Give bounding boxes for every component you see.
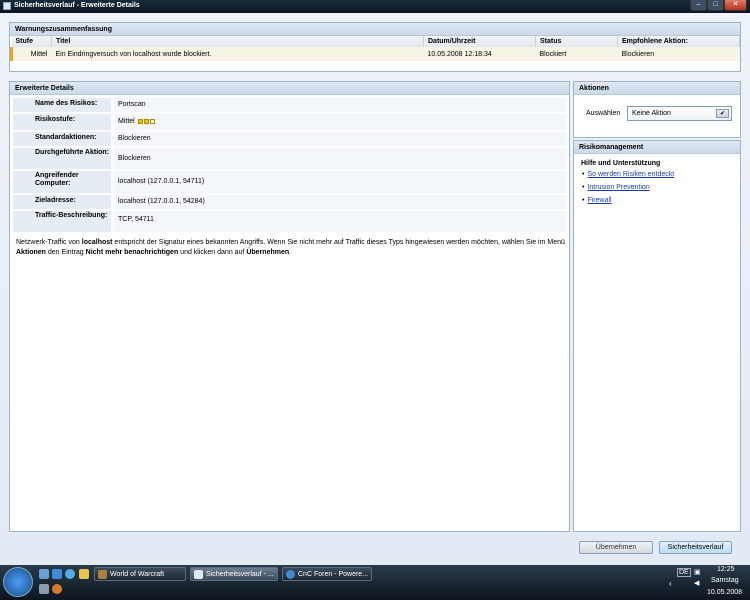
risk-management-heading: Risikomanagement — [574, 141, 740, 154]
clock-date[interactable]: 10.05.2008 — [707, 589, 742, 596]
actions-panel: Aktionen Auswählen Keine Aktion ✔ — [573, 81, 741, 138]
col-titel[interactable]: Titel — [51, 36, 424, 47]
help-subheading: Hilfe und Unterstützung — [581, 160, 661, 167]
detail-value: Blockieren — [114, 132, 566, 146]
detail-row-traffic: Traffic-Beschreibung: TCP, 54711 — [13, 211, 566, 232]
col-status[interactable]: Status — [535, 36, 618, 47]
quicklaunch-icon[interactable] — [39, 584, 49, 594]
detail-value-container: Mittel — [114, 114, 566, 130]
actions-heading: Aktionen — [574, 82, 740, 95]
window-title: Sicherheitsverlauf - Erweiterte Details — [14, 2, 140, 9]
cell-stufe: Mittel — [10, 47, 52, 61]
detail-label: Zieladresse: — [13, 195, 111, 209]
security-history-button[interactable]: Sicherheitsverlauf — [659, 541, 732, 554]
detail-label: Traffic-Beschreibung: — [13, 211, 111, 232]
link-firewall[interactable]: Firewall — [582, 197, 611, 204]
chevron-left-icon[interactable]: ‹ — [669, 579, 672, 588]
detail-label: Durchgeführte Aktion: — [13, 148, 111, 169]
start-button[interactable] — [3, 567, 33, 597]
link-risk-detection[interactable]: So werden Risiken entdeckt — [582, 171, 674, 178]
maximize-button[interactable]: □ — [707, 0, 724, 11]
desc-text: und klicken dann auf — [178, 249, 247, 256]
detail-value: localhost (127.0.0.1, 54711) — [114, 171, 566, 193]
detail-row-default-actions: Standardaktionen: Blockieren — [13, 132, 566, 146]
chevron-down-icon[interactable]: ✔ — [716, 109, 729, 118]
task-cnc-foren[interactable]: CnC Foren - Powere... — [282, 567, 372, 581]
detail-value: TCP, 54711 — [114, 211, 566, 232]
cell-titel: Ein Eindringversuch von localhost wurde … — [51, 47, 424, 61]
desc-text: entspricht der Signatur eines bekannten … — [112, 239, 565, 246]
cell-aktion: Blockieren — [617, 47, 740, 61]
detail-label: Standardaktionen: — [13, 132, 111, 146]
desc-text: Netzwerk-Traffic von — [16, 239, 82, 246]
detail-value: Portscan — [114, 98, 566, 112]
switch-windows-icon[interactable] — [52, 569, 62, 579]
folder-icon[interactable] — [79, 569, 89, 579]
risk-description: Netzwerk-Traffic von localhost entsprich… — [16, 238, 566, 258]
desc-text: . — [289, 249, 292, 256]
app-icon — [3, 2, 11, 10]
detail-value: Mittel — [118, 118, 135, 125]
language-indicator[interactable]: DE — [677, 568, 691, 577]
app-icon — [194, 570, 203, 579]
detail-value: Blockieren — [114, 148, 566, 169]
client-area: Warnungszusammenfassung Stufe Titel Datu… — [0, 13, 750, 565]
minimize-button[interactable]: – — [690, 0, 707, 11]
link-intrusion-prevention[interactable]: Intrusion Prevention — [582, 184, 649, 191]
col-empfohlene-aktion[interactable]: Empfohlene Aktion: — [617, 36, 740, 47]
detail-row-risk-level: Risikostufe: Mittel — [13, 114, 566, 130]
detail-row-action-taken: Durchgeführte Aktion: Blockieren — [13, 148, 566, 169]
risk-level-indicator — [137, 118, 155, 125]
warning-summary-table: Stufe Titel Datum/Uhrzeit Status Empfohl… — [10, 36, 740, 61]
task-label: World of Warcraft — [110, 571, 165, 578]
risk-level-square — [143, 118, 149, 124]
risk-level-square — [149, 118, 155, 124]
detail-row-risk-name: Name des Risikos: Portscan — [13, 98, 566, 112]
cell-status: Blockiert — [535, 47, 618, 61]
extended-details-panel: Erweiterte Details Name des Risikos: Por… — [9, 81, 570, 532]
internet-explorer-icon[interactable] — [65, 569, 75, 579]
table-row[interactable]: Mittel Ein Eindringversuch von localhost… — [10, 47, 740, 61]
detail-label: Name des Risikos: — [13, 98, 111, 112]
desc-bold: Übernehmen — [246, 249, 290, 256]
extended-details-heading: Erweiterte Details — [10, 82, 569, 95]
desc-bold: localhost — [81, 239, 113, 246]
action-select[interactable]: Keine Aktion ✔ — [627, 106, 732, 121]
risk-level-square — [137, 118, 143, 124]
network-icon[interactable]: ▣ — [694, 568, 701, 576]
wow-icon — [98, 570, 107, 579]
task-sicherheitsverlauf[interactable]: Sicherheitsverlauf - ... — [190, 567, 278, 581]
warning-summary-heading: Warnungszusammenfassung — [10, 23, 740, 36]
cell-datum: 10.05.2008 12:18:34 — [423, 47, 536, 61]
volume-icon[interactable]: ◀ — [694, 579, 699, 587]
col-datum[interactable]: Datum/Uhrzeit — [423, 36, 536, 47]
detail-label: Angreifender Computer: — [13, 171, 111, 193]
browser-icon — [286, 570, 295, 579]
taskbar: World of Warcraft Sicherheitsverlauf - .… — [0, 565, 750, 600]
task-label: Sicherheitsverlauf - ... — [206, 571, 274, 578]
window-titlebar: Sicherheitsverlauf - Erweiterte Details … — [0, 0, 750, 13]
close-button[interactable]: ✕ — [724, 0, 747, 11]
desc-bold: Nicht mehr benachrichtigen — [85, 249, 179, 256]
clock-day[interactable]: Samstag — [711, 577, 739, 584]
desc-bold: Aktionen — [16, 249, 46, 256]
show-desktop-icon[interactable] — [39, 569, 49, 579]
detail-value: localhost (127.0.0.1, 54284) — [114, 195, 566, 209]
risk-management-panel: Risikomanagement Hilfe und Unterstützung… — [573, 140, 741, 532]
apply-button[interactable]: Übernehmen — [579, 541, 653, 554]
desc-text: den Eintrag — [45, 249, 86, 256]
clock-time[interactable]: 12:25 — [717, 566, 735, 573]
detail-row-target: Zieladresse: localhost (127.0.0.1, 54284… — [13, 195, 566, 209]
action-select-value: Keine Aktion — [632, 110, 671, 117]
warning-summary-panel: Warnungszusammenfassung Stufe Titel Datu… — [9, 22, 741, 72]
detail-label: Risikostufe: — [13, 114, 111, 130]
task-label: CnC Foren - Powere... — [298, 571, 369, 578]
select-label: Auswählen — [586, 110, 621, 117]
task-world-of-warcraft[interactable]: World of Warcraft — [94, 567, 186, 581]
browser-icon[interactable] — [52, 584, 62, 594]
detail-row-attacker: Angreifender Computer: localhost (127.0.… — [13, 171, 566, 193]
col-stufe[interactable]: Stufe — [11, 36, 52, 47]
